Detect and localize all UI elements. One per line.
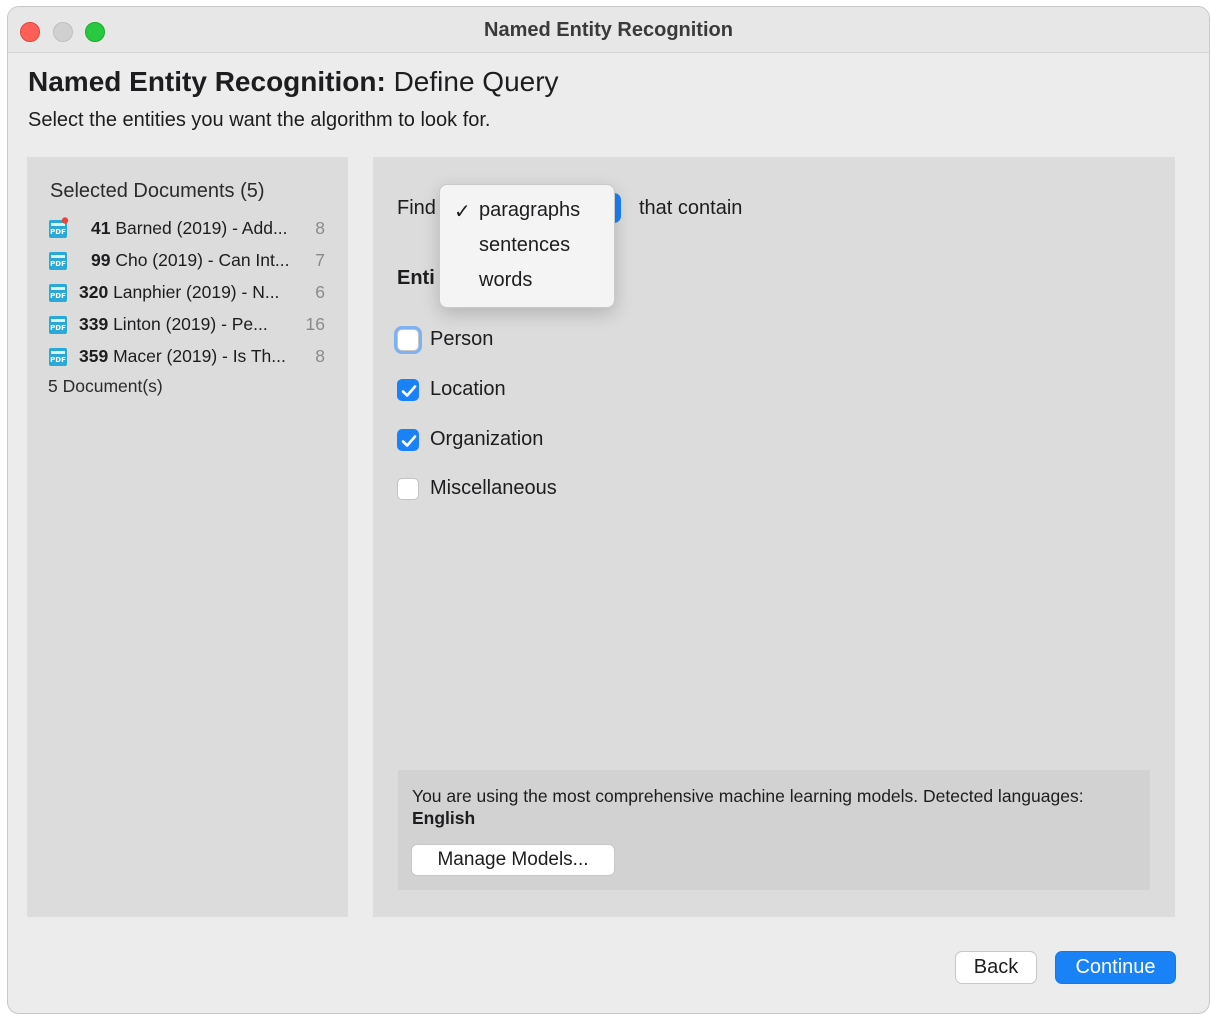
document-title: 359 Macer (2019) - Is Th...	[79, 346, 319, 367]
document-annotation-count: 8	[315, 218, 325, 238]
entity-checkbox-label: Person	[430, 328, 494, 350]
document-number: 41	[91, 218, 111, 238]
document-number: 320	[79, 282, 109, 302]
find-label: Find	[397, 197, 436, 219]
document-list-item[interactable]: PDF 99 Cho (2019) - Can Int... 7	[47, 247, 337, 277]
selected-documents-title: Selected Documents (5)	[50, 180, 265, 202]
entity-checkbox[interactable]	[397, 429, 419, 451]
document-list-item[interactable]: PDF 359 Macer (2019) - Is Th... 8	[47, 343, 337, 373]
dropdown-option-label: words	[479, 269, 533, 291]
entity-checkbox[interactable]	[397, 379, 419, 401]
detected-language: English	[412, 808, 476, 828]
title-bar: Named Entity Recognition	[8, 7, 1209, 53]
document-list-item[interactable]: PDF 339 Linton (2019) - Pe... 16	[47, 311, 337, 341]
pdf-icon: PDF	[47, 345, 69, 367]
document-title: 320 Lanphier (2019) - N...	[79, 282, 319, 303]
document-number: 99	[91, 250, 111, 270]
entity-checkbox-label: Location	[430, 378, 506, 400]
document-number: 339	[79, 314, 109, 334]
document-title-text: Linton (2019) - Pe...	[113, 314, 268, 334]
svg-text:PDF: PDF	[50, 324, 66, 332]
document-title: 99 Cho (2019) - Can Int...	[91, 250, 331, 271]
document-number: 359	[79, 346, 109, 366]
pdf-icon: PDF	[47, 313, 69, 335]
document-annotation-count: 16	[305, 314, 325, 334]
back-button[interactable]: Back	[955, 951, 1037, 984]
document-title: 41 Barned (2019) - Add...	[91, 218, 331, 239]
svg-text:PDF: PDF	[50, 292, 66, 300]
page-title-rest: Define Query	[385, 66, 559, 97]
entity-checkbox-row-miscellaneous[interactable]: Miscellaneous	[397, 474, 697, 504]
svg-text:PDF: PDF	[50, 356, 66, 364]
document-annotation-count: 7	[315, 250, 325, 270]
page-subtitle: Select the entities you want the algorit…	[28, 109, 491, 131]
models-info-text: You are using the most comprehensive mac…	[412, 785, 1112, 829]
page-title: Named Entity Recognition: Define Query	[28, 66, 559, 98]
selected-documents-panel: Selected Documents (5) PDF 41 Barned (201…	[27, 157, 348, 917]
that-contain-label: that contain	[639, 197, 743, 219]
checkmark-icon: ✓	[454, 201, 471, 223]
pdf-icon: PDF	[47, 217, 69, 239]
document-list-item[interactable]: PDF 41 Barned (2019) - Add... 8	[47, 215, 337, 245]
dropdown-option-sentences[interactable]: sentences	[440, 229, 614, 263]
unit-dropdown-menu: ✓ paragraphs sentences words	[439, 184, 615, 308]
manage-models-button[interactable]: Manage Models...	[411, 844, 615, 876]
document-title-text: Cho (2019) - Can Int...	[115, 250, 290, 270]
entity-checkbox-label: Miscellaneous	[430, 477, 557, 499]
svg-text:PDF: PDF	[50, 228, 66, 236]
dropdown-option-label: paragraphs	[479, 199, 581, 221]
entities-heading: Enti	[397, 267, 435, 289]
pdf-icon: PDF	[47, 249, 69, 271]
dropdown-option-label: sentences	[479, 234, 571, 256]
document-title-text: Macer (2019) - Is Th...	[113, 346, 286, 366]
entity-checkbox-label: Organization	[430, 428, 544, 450]
document-title-text: Lanphier (2019) - N...	[113, 282, 280, 302]
continue-button[interactable]: Continue	[1055, 951, 1176, 984]
dropdown-option-paragraphs[interactable]: ✓ paragraphs	[440, 194, 614, 228]
window-title: Named Entity Recognition	[484, 19, 733, 41]
document-annotation-count: 6	[315, 282, 325, 302]
document-title: 339 Linton (2019) - Pe...	[79, 314, 319, 335]
document-list-item[interactable]: PDF 320 Lanphier (2019) - N... 6	[47, 279, 337, 309]
document-title-text: Barned (2019) - Add...	[115, 218, 288, 238]
document-count-footer: 5 Document(s)	[48, 376, 163, 396]
entity-checkbox[interactable]	[397, 478, 419, 500]
page-title-bold: Named Entity Recognition:	[28, 66, 386, 97]
entity-checkbox[interactable]	[397, 329, 419, 351]
entity-checkbox-row-person[interactable]: Person	[397, 325, 697, 355]
dropdown-option-words[interactable]: words	[440, 264, 614, 298]
entity-checkbox-row-location[interactable]: Location	[397, 375, 697, 405]
checkmark-icon	[398, 430, 420, 452]
query-panel: Find that contain Enti Person Location Org…	[373, 157, 1175, 917]
entity-checkbox-row-organization[interactable]: Organization	[397, 425, 697, 455]
models-info-prefix: You are using the most comprehensive mac…	[412, 786, 1084, 806]
document-annotation-count: 8	[315, 346, 325, 366]
models-info-box: You are using the most comprehensive mac…	[398, 770, 1150, 890]
svg-text:PDF: PDF	[50, 260, 66, 268]
checkmark-icon	[398, 380, 420, 402]
pdf-icon: PDF	[47, 281, 69, 303]
